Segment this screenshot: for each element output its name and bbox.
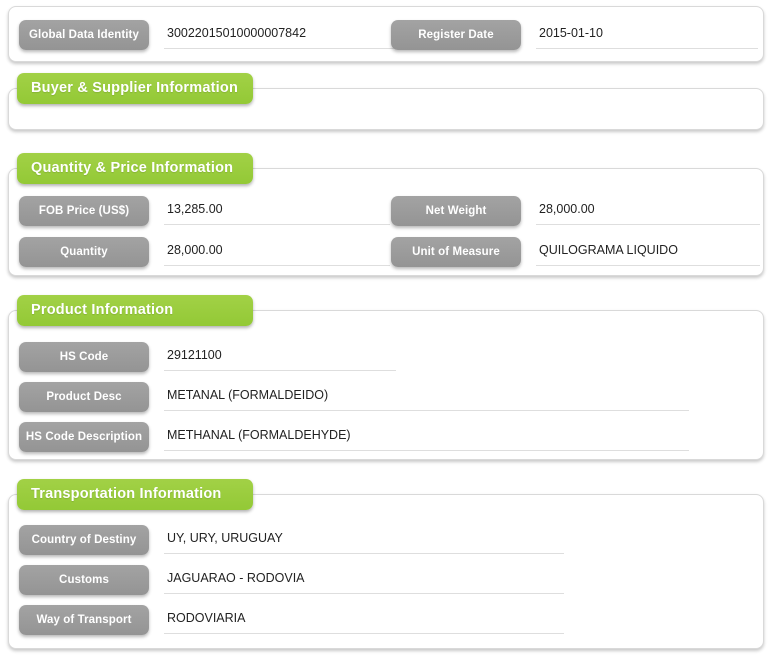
transportation-information-body: Transportation Information Country of De… (9, 479, 763, 648)
field-label-hs-code: HS Code (19, 342, 149, 372)
trade-record-page: Global Data Identity 3002201501000000784… (0, 0, 774, 669)
field-label-register-date: Register Date (391, 20, 521, 50)
field-value-hs-code[interactable]: 29121100 (164, 342, 396, 371)
section-tab-buyer-supplier[interactable]: Buyer & Supplier Information (17, 73, 253, 104)
field-value-hs-code-description[interactable]: METHANAL (FORMALDEHYDE) (164, 422, 689, 451)
header-record-panel: Global Data Identity 3002201501000000784… (8, 6, 764, 62)
field-label-quantity: Quantity (19, 237, 149, 267)
field-value-net-weight[interactable]: 28,000.00 (536, 196, 760, 225)
field-label-unit-of-measure: Unit of Measure (391, 237, 521, 267)
field-value-country-of-destiny[interactable]: UY, URY, URUGUAY (164, 525, 564, 554)
field-value-way-of-transport[interactable]: RODOVIARIA (164, 605, 564, 634)
transportation-information-panel: Transportation Information Country of De… (8, 479, 764, 649)
header-record-body: Global Data Identity 3002201501000000784… (9, 7, 763, 61)
field-label-net-weight: Net Weight (391, 196, 521, 226)
field-label-product-desc: Product Desc (19, 382, 149, 412)
buyer-supplier-body: Buyer & Supplier Information (9, 73, 763, 129)
field-label-hs-code-description: HS Code Description (19, 422, 149, 452)
section-tab-transportation-information[interactable]: Transportation Information (17, 479, 253, 510)
field-label-fob-price: FOB Price (US$) (19, 196, 149, 226)
field-value-product-desc[interactable]: METANAL (FORMALDEIDO) (164, 382, 689, 411)
field-label-way-of-transport: Way of Transport (19, 605, 149, 635)
buyer-supplier-panel: Buyer & Supplier Information (8, 73, 764, 130)
field-value-quantity[interactable]: 28,000.00 (164, 237, 390, 266)
field-value-register-date[interactable]: 2015-01-10 (536, 20, 758, 49)
section-tab-product-information[interactable]: Product Information (17, 295, 253, 326)
field-label-country-of-destiny: Country of Destiny (19, 525, 149, 555)
field-label-global-data-identity: Global Data Identity (19, 20, 149, 50)
quantity-price-body: Quantity & Price Information FOB Price (… (9, 153, 763, 275)
field-value-global-data-identity[interactable]: 30022015010000007842 (164, 20, 394, 49)
field-value-customs[interactable]: JAGUARAO - RODOVIA (164, 565, 564, 594)
field-label-customs: Customs (19, 565, 149, 595)
field-value-fob-price[interactable]: 13,285.00 (164, 196, 390, 225)
field-value-unit-of-measure[interactable]: QUILOGRAMA LIQUIDO (536, 237, 760, 266)
product-information-panel: Product Information HS Code 29121100 Pro… (8, 295, 764, 460)
section-tab-quantity-price[interactable]: Quantity & Price Information (17, 153, 253, 184)
product-information-body: Product Information HS Code 29121100 Pro… (9, 295, 763, 459)
quantity-price-panel: Quantity & Price Information FOB Price (… (8, 153, 764, 276)
